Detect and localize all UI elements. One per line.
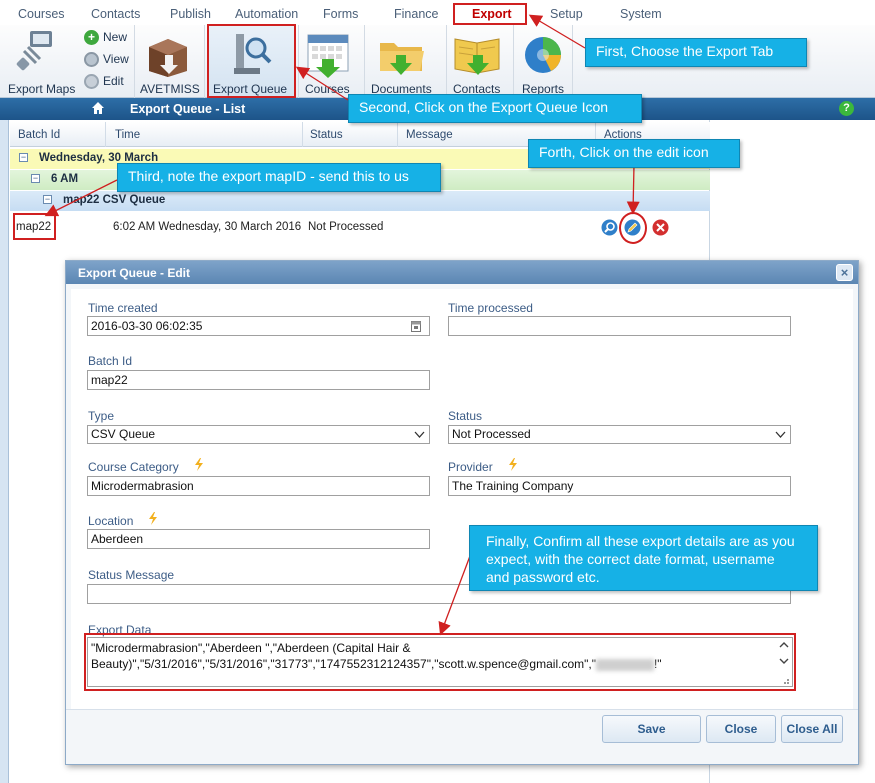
callout-second: Second, Click on the Export Queue Icon	[348, 94, 642, 123]
arrow-second	[295, 66, 349, 101]
arrow-finally	[438, 555, 471, 636]
callout-fourth: Forth, Click on the edit icon	[528, 139, 740, 168]
callout-finally: Finally, Confirm all these export detail…	[469, 525, 818, 591]
arrow-first	[528, 14, 586, 49]
callout-third: Third, note the export mapID - send this…	[117, 163, 441, 192]
callout-first: First, Choose the Export Tab	[585, 38, 807, 67]
arrow-fourth	[626, 164, 640, 215]
arrow-third	[44, 179, 118, 217]
